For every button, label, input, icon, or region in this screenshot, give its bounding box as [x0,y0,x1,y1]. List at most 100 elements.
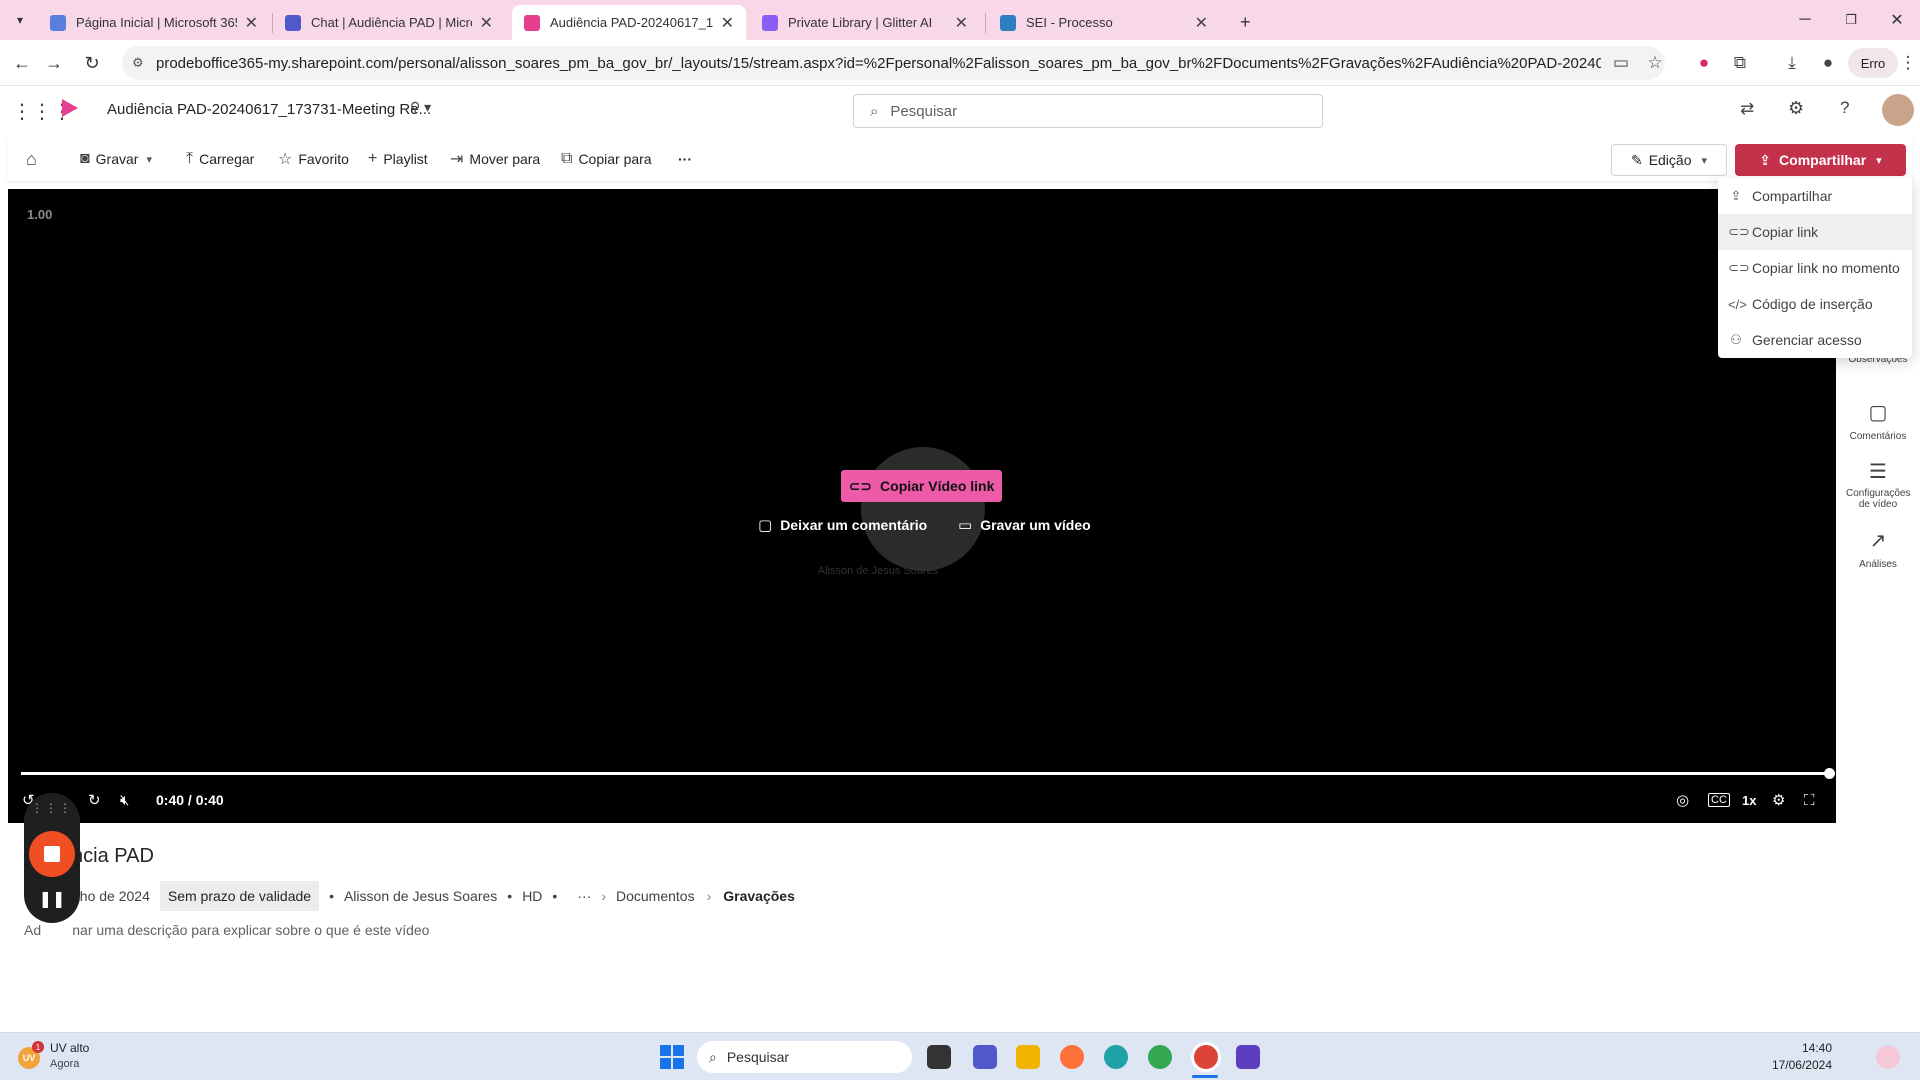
video-owner[interactable]: Alisson de Jesus Soares [344,888,497,904]
record-button[interactable]: ◙ Gravar ▾ [80,136,152,182]
weather-badge: 1 [32,1041,44,1053]
address-bar[interactable]: ⚙ prodeboffice365-my.sharepoint.com/pers… [122,46,1665,80]
edge-icon[interactable] [1104,1045,1128,1069]
captions-icon[interactable]: CC [1708,793,1730,807]
tab-search-icon[interactable]: ▾ [6,6,34,34]
rail-comments[interactable]: ▢ Comentários [1846,400,1910,442]
rail-video-settings[interactable]: ☰ Configurações de vídeo [1846,462,1910,510]
chevron-down-icon: ▾ [1701,154,1708,167]
reading-mode-icon[interactable]: ▭ [1609,51,1633,75]
leave-comment-button[interactable]: ▢ Deixar um comentário [758,516,927,534]
progress-bar[interactable] [21,772,1830,775]
breadcrumb-documents[interactable]: Documentos [616,888,695,904]
video-settings-icon[interactable]: ⚙ [1772,789,1785,811]
close-tab-icon[interactable]: ✕ [1195,13,1208,33]
minimize-icon[interactable]: ─ [1782,0,1828,40]
clock-date[interactable]: 17/06/2024 [1762,1058,1832,1072]
copilot-icon[interactable] [1876,1045,1900,1069]
record-video-button[interactable]: ▭ Gravar um vídeo [958,516,1091,534]
download-icon[interactable]: ⤓ [1780,51,1804,75]
playback-rate-overlay: 1.00 [27,207,53,222]
recorder-extension-icon[interactable]: ● [1692,51,1716,75]
upload-button[interactable]: ⤒ Carregar [186,136,254,182]
share-icon: ⇪ [1730,188,1742,203]
edit-mode-button[interactable]: ✎ Edição ▾ [1611,144,1727,176]
forward-icon[interactable]: → [40,49,68,77]
back-icon[interactable]: ← [8,49,36,77]
menu-item-embed-code[interactable]: </> Código de inserção [1718,286,1912,322]
windows-start-icon[interactable] [660,1045,684,1069]
manage-access-icon: ⚇ [1730,332,1742,347]
title-options-icon[interactable]: ⚲ ▾ [410,99,431,116]
profile-avatar-icon[interactable]: ● [1816,51,1840,75]
document-title[interactable]: Audiência PAD-20240617_173731-Meeting Re… [107,101,431,118]
teams-app-icon[interactable] [973,1045,997,1069]
forward-10-icon[interactable]: ↻ [88,789,101,811]
menu-item-copy-link[interactable]: ⊂⊃ Copiar link [1718,214,1912,250]
task-view-icon[interactable] [927,1045,951,1069]
playback-speed-button[interactable]: 1x [1742,789,1756,811]
tab-sei-processo[interactable]: SEI - Processo ✕ [988,5,1220,40]
stop-recording-button[interactable] [29,831,75,877]
separator-dot: • [552,888,558,904]
rail-analytics[interactable]: ↗ Análises [1846,528,1910,570]
live-transcript-icon[interactable]: ◎ [1676,789,1689,811]
screen-recorder-widget: ⋮⋮⋮ ❚❚ [24,793,80,923]
profile-error-badge[interactable]: Erro [1848,48,1898,78]
video-player[interactable]: 1.00 Alisson de Jesus Soares ⊂⊃ Copiar V… [8,189,1836,823]
menu-item-share[interactable]: ⇪ Compartilhar [1718,178,1912,214]
tab-glitter-ai[interactable]: Private Library | Glitter AI ✕ [750,5,980,40]
browser-menu-icon[interactable]: ⋮ [1896,51,1920,75]
copy-video-link-button[interactable]: ⊂⊃ Copiar Vídeo link [841,470,1002,502]
fullscreen-icon[interactable]: ⛶ [1804,789,1815,811]
firefox-icon[interactable] [1060,1045,1084,1069]
restore-icon[interactable]: ❐ [1828,0,1874,40]
site-info-icon[interactable]: ⚙ [132,55,144,71]
menu-item-manage-access[interactable]: ⚇ Gerenciar acesso [1718,322,1912,358]
tab-stream-video[interactable]: Audiência PAD-20240617_1737 ✕ [512,5,746,40]
share-button[interactable]: ⇪ Compartilhar ▾ [1735,144,1906,176]
description-field[interactable]: Ad nar uma descrição para explicar sobre… [24,922,429,938]
mute-icon[interactable]: 🔇︎ [120,789,129,811]
close-tab-icon[interactable]: ✕ [245,13,258,33]
breadcrumb-more-icon[interactable]: ··· [577,888,591,904]
reload-icon[interactable]: ↻ [78,49,106,77]
chrome-active-icon[interactable] [1194,1045,1218,1069]
tab-teams-chat[interactable]: Chat | Audiência PAD | Microsof ✕ [273,5,505,40]
app-icon[interactable] [1236,1045,1260,1069]
tab-microsoft-365[interactable]: Página Inicial | Microsoft 365 ✕ [38,5,270,40]
stream-logo-icon[interactable] [62,99,78,117]
search-icon: ⌕ [709,1048,717,1065]
extensions-icon[interactable]: ⧉ [1728,51,1752,75]
close-tab-icon[interactable]: ✕ [955,13,968,33]
more-options-button[interactable]: ··· [678,136,692,182]
move-to-button[interactable]: ⇥ Mover para [450,136,540,182]
home-button[interactable]: ⌂ [26,136,43,182]
file-explorer-icon[interactable] [1016,1045,1040,1069]
favorite-button[interactable]: ☆ Favorito [278,136,349,182]
bookmark-star-icon[interactable]: ☆ [1643,51,1667,75]
copy-to-button[interactable]: ⧉ Copiar para [561,136,652,182]
playlist-button[interactable]: + Playlist [368,136,428,182]
chrome-icon[interactable] [1148,1045,1172,1069]
new-tab-button[interactable]: + [1228,5,1262,40]
video-date: aho de 2024 [72,888,150,904]
time-display: 0:40 / 0:40 [156,792,224,808]
clock-time[interactable]: 14:40 [1792,1041,1832,1055]
close-tab-icon[interactable]: ✕ [721,13,734,33]
user-avatar[interactable] [1882,94,1914,126]
help-icon[interactable]: ? [1840,98,1849,118]
pause-recording-button[interactable]: ❚❚ [24,889,80,909]
search-input[interactable]: ⌕ Pesquisar [853,94,1323,128]
progress-handle[interactable] [1824,768,1835,779]
settings-gear-icon[interactable]: ⚙ [1788,98,1804,119]
feedback-icon[interactable]: ⇄ [1740,99,1754,119]
taskbar-search[interactable]: ⌕ Pesquisar [697,1041,912,1073]
expiration-chip[interactable]: Sem prazo de validade [159,881,320,911]
weather-title[interactable]: UV alto [50,1041,89,1055]
breadcrumb-recordings[interactable]: Gravações [723,888,795,904]
menu-item-copy-link-at-time[interactable]: ⊂⊃ Copiar link no momento [1718,250,1912,286]
drag-handle-icon[interactable]: ⋮⋮⋮ [24,801,80,815]
close-tab-icon[interactable]: ✕ [480,13,493,33]
window-close-icon[interactable]: ✕ [1874,0,1920,40]
